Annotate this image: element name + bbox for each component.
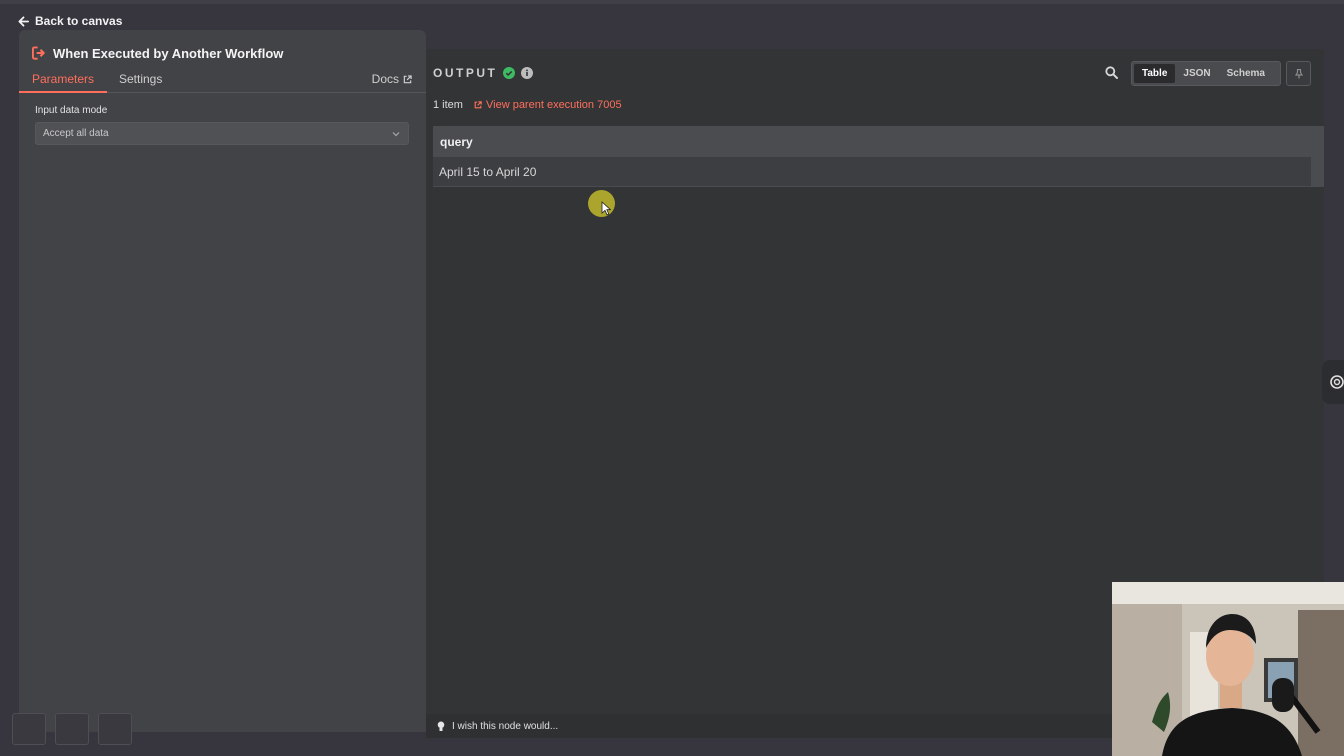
node-tabs: Parameters Settings Docs: [19, 70, 426, 93]
workflow-trigger-icon: [32, 46, 45, 60]
output-title: OUTPUT: [433, 66, 498, 80]
webcam-overlay: [1112, 582, 1344, 756]
ai-assistant-icon: [1330, 375, 1344, 389]
arrow-left-icon: [18, 15, 29, 27]
info-icon[interactable]: [521, 67, 534, 79]
table-row: April 15 to April 20: [433, 157, 1311, 187]
tab-settings[interactable]: Settings: [119, 72, 162, 93]
pin-icon: [1294, 68, 1303, 78]
ai-assistant-button[interactable]: [1322, 360, 1344, 404]
check-circle-icon: [503, 67, 516, 79]
table-cell-query[interactable]: April 15 to April 20: [439, 165, 536, 179]
feedback-bar[interactable]: I wish this node would...: [426, 714, 1112, 738]
external-link-icon: [474, 101, 482, 109]
input-data-mode-label: Input data mode: [35, 105, 108, 116]
view-table-button[interactable]: Table: [1134, 64, 1176, 83]
back-to-canvas-link[interactable]: Back to canvas: [18, 12, 122, 30]
canvas-control-button[interactable]: [98, 713, 132, 745]
view-schema-button[interactable]: Schema: [1219, 64, 1273, 83]
view-parent-execution-label: View parent execution 7005: [486, 99, 622, 111]
canvas-controls: [12, 713, 132, 745]
canvas-control-button[interactable]: [12, 713, 46, 745]
output-view-toggle: Table JSON Schema: [1131, 61, 1281, 86]
feedback-label: I wish this node would...: [452, 720, 559, 732]
input-data-mode-value: Accept all data: [43, 128, 109, 139]
canvas-control-button[interactable]: [55, 713, 89, 745]
back-to-canvas-label: Back to canvas: [35, 14, 123, 28]
view-parent-execution-link[interactable]: View parent execution 7005: [474, 99, 622, 111]
chevron-down-icon: [392, 132, 400, 137]
pin-data-button[interactable]: [1286, 61, 1311, 86]
external-link-icon: [403, 74, 412, 83]
lightbulb-icon: [437, 721, 445, 731]
table-header-query: query: [433, 126, 1324, 157]
output-item-count: 1 item: [433, 99, 463, 111]
webcam-video-image: [1112, 582, 1344, 756]
tab-parameters[interactable]: Parameters: [19, 72, 108, 93]
output-header: OUTPUT: [433, 66, 534, 80]
top-strip: [0, 0, 1344, 4]
table-scrollbar[interactable]: [1311, 157, 1324, 187]
docs-link[interactable]: Docs: [372, 72, 412, 86]
output-table: query April 15 to April 20: [433, 126, 1324, 187]
view-json-button[interactable]: JSON: [1175, 64, 1218, 83]
mouse-cursor-icon: [601, 201, 611, 216]
node-title-text: When Executed by Another Workflow: [53, 45, 284, 61]
docs-label: Docs: [371, 72, 399, 86]
node-title: When Executed by Another Workflow: [32, 44, 283, 62]
input-data-mode-select[interactable]: Accept all data: [35, 122, 409, 145]
search-icon[interactable]: [1105, 66, 1118, 79]
node-parameters-panel: When Executed by Another Workflow Parame…: [19, 30, 426, 732]
